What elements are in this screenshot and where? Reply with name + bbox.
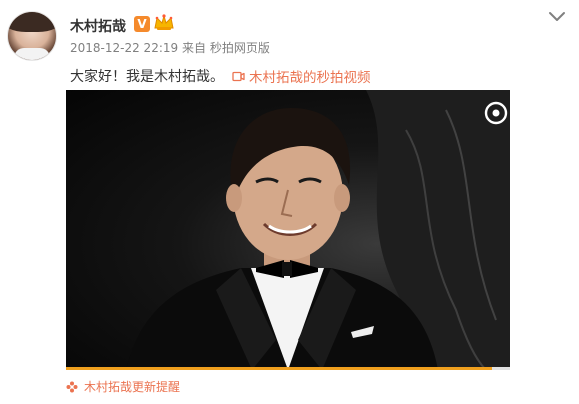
source-prefix: 来自: [181, 41, 206, 55]
chevron-down-icon[interactable]: [548, 10, 566, 24]
video-link[interactable]: 木村拓哉的秒拍视频: [232, 66, 371, 86]
post-text: 大家好！我是木村拓哉。: [70, 69, 224, 85]
mute-icon[interactable]: [538, 342, 556, 360]
avatar-shirt: [14, 48, 50, 60]
post-timestamp[interactable]: 2018-12-22 22:19: [70, 41, 178, 55]
miaopai-watermark: 秒拍: [484, 98, 551, 127]
update-reminder[interactable]: 木村拓哉更新提醒: [66, 378, 180, 395]
video-progress-fill: [66, 367, 493, 370]
miaopai-label: 秒拍: [511, 102, 551, 126]
author-name[interactable]: 木村拓哉: [70, 16, 126, 36]
video-icon: [232, 71, 245, 81]
avatar-hair: [8, 12, 56, 32]
video-player[interactable]: [66, 90, 510, 370]
verified-badge[interactable]: V: [134, 16, 150, 32]
flower-icon: [66, 381, 78, 392]
avatar[interactable]: [7, 11, 57, 61]
vip-crown-icon[interactable]: [152, 13, 176, 33]
reminder-label[interactable]: 木村拓哉更新提醒: [84, 378, 180, 395]
post-meta: 2018-12-22 22:19 来自 秒拍网页版: [70, 39, 270, 56]
post-source[interactable]: 秒拍网页版: [210, 41, 270, 55]
video-link-label[interactable]: 木村拓哉的秒拍视频: [249, 66, 371, 86]
video-progress-bar[interactable]: [66, 367, 510, 370]
miaopai-logo-icon: [484, 101, 508, 124]
video-frame: [126, 90, 510, 370]
